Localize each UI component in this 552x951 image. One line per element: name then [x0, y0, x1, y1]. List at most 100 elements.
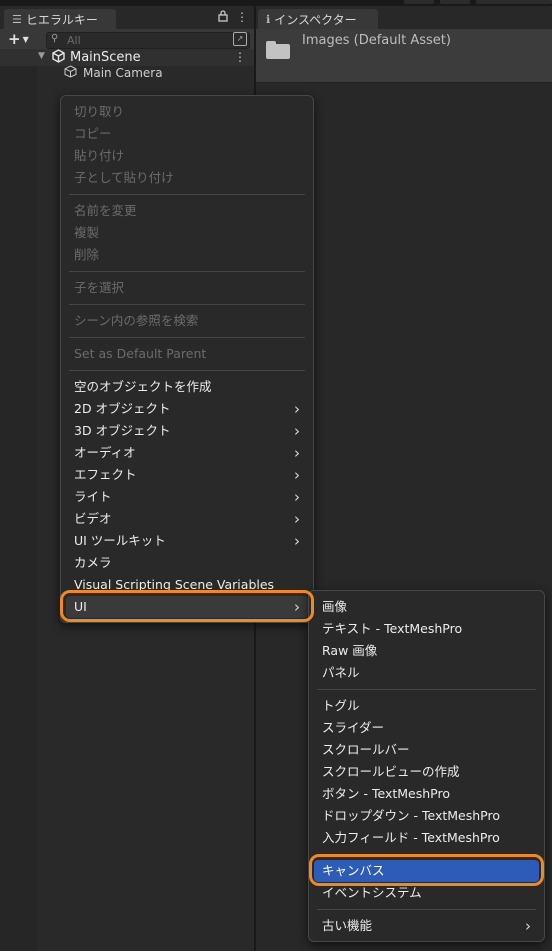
submenu-item-event-system[interactable]: イベントシステム	[314, 882, 539, 904]
menu-item-label: 2D オブジェクト	[74, 401, 171, 416]
scene-menu-icon[interactable]: ⋮	[234, 50, 246, 64]
menu-item-ui-toolkit[interactable]: UI ツールキット ›	[66, 530, 308, 552]
scene-picker-icon[interactable]: ↗	[233, 32, 247, 46]
menu-item-label: Set as Default Parent	[74, 346, 207, 361]
menu-item-label: Visual Scripting Scene Variables	[74, 577, 275, 592]
menu-item-label: 空のオブジェクトを作成	[74, 379, 212, 394]
menu-item-paste[interactable]: 貼り付け	[66, 145, 308, 167]
inspector-tab-label: インスペクター	[274, 12, 357, 27]
menu-item-light[interactable]: ライト ›	[66, 486, 308, 508]
menu-item-duplicate[interactable]: 複製	[66, 222, 308, 244]
lock-icon[interactable]	[218, 10, 228, 25]
scene-row[interactable]: ▼ MainScene ⋮	[0, 49, 254, 66]
menu-item-label: スライダー	[322, 720, 385, 735]
menu-item-label: Raw 画像	[322, 643, 378, 658]
menu-item-label: 貼り付け	[74, 148, 125, 163]
menu-item-label: テキスト - TextMeshPro	[322, 621, 463, 636]
scene-name: MainScene	[70, 50, 141, 65]
submenu-item-legacy[interactable]: 古い機能 ›	[314, 915, 539, 937]
menu-item-copy[interactable]: コピー	[66, 123, 308, 145]
chevron-right-icon: ›	[294, 400, 300, 418]
submenu-item-text-tmp[interactable]: テキスト - TextMeshPro	[314, 618, 539, 640]
menu-item-find-references[interactable]: シーン内の参照を検索	[66, 310, 308, 332]
chevron-right-icon: ›	[294, 598, 300, 616]
inspector-tab[interactable]: ℹ インスペクター	[258, 9, 378, 29]
menu-item-label: 3D オブジェクト	[74, 423, 171, 438]
toolbar-stub	[476, 0, 552, 4]
menu-item-label: カメラ	[74, 555, 112, 570]
menu-item-label: ボタン - TextMeshPro	[322, 786, 450, 801]
hierarchy-tab-tools: ⋮	[218, 10, 248, 25]
menu-item-label: ビデオ	[74, 511, 112, 526]
menu-item-label: スクロールバー	[322, 742, 410, 757]
menu-item-video[interactable]: ビデオ ›	[66, 508, 308, 530]
context-menu: 切り取り コピー 貼り付け 子として貼り付け 名前を変更 複製 削除 子を選択 …	[60, 95, 314, 623]
menu-item-label: ドロップダウン - TextMeshPro	[322, 808, 500, 823]
add-object-button[interactable]: + ▼	[8, 30, 29, 48]
submenu-item-raw-image[interactable]: Raw 画像	[314, 640, 539, 662]
menu-item-rename[interactable]: 名前を変更	[66, 200, 308, 222]
chevron-right-icon: ›	[294, 488, 300, 506]
hierarchy-search-input[interactable]: ⚲ All ↗	[46, 32, 250, 49]
asset-title: Images (Default Asset)	[302, 33, 451, 48]
menu-item-label: 削除	[74, 247, 100, 262]
hierarchy-item[interactable]: Main Camera	[0, 65, 254, 83]
menu-separator	[69, 370, 305, 371]
chevron-right-icon: ›	[294, 466, 300, 484]
menu-separator	[69, 271, 305, 272]
menu-item-label: イベントシステム	[322, 885, 422, 900]
menu-item-cut[interactable]: 切り取り	[66, 101, 308, 123]
menu-item-label: 入力フィールド - TextMeshPro	[322, 830, 500, 845]
menu-separator	[317, 689, 536, 690]
menu-item-label: トグル	[322, 698, 360, 713]
menu-item-delete[interactable]: 削除	[66, 244, 308, 266]
menu-item-label: パネル	[322, 665, 360, 680]
submenu-item-slider[interactable]: スライダー	[314, 717, 539, 739]
submenu-item-canvas[interactable]: キャンバス	[314, 860, 539, 882]
menu-separator	[317, 909, 536, 910]
submenu-item-scrollbar[interactable]: スクロールバー	[314, 739, 539, 761]
menu-item-effects[interactable]: エフェクト ›	[66, 464, 308, 486]
hierarchy-item-label: Main Camera	[83, 66, 163, 80]
submenu-item-toggle[interactable]: トグル	[314, 695, 539, 717]
menu-item-camera[interactable]: カメラ	[66, 552, 308, 574]
menu-item-set-default-parent[interactable]: Set as Default Parent	[66, 343, 308, 365]
menu-item-ui[interactable]: UI ›	[66, 596, 308, 618]
menu-item-label: 子として貼り付け	[74, 170, 174, 185]
menu-item-label: コピー	[74, 126, 112, 141]
toolbar-stub	[440, 0, 470, 4]
inspector-header: Images (Default Asset)	[256, 29, 552, 83]
submenu-item-panel[interactable]: パネル	[314, 662, 539, 684]
submenu-item-button-tmp[interactable]: ボタン - TextMeshPro	[314, 783, 539, 805]
ui-submenu: 画像 テキスト - TextMeshPro Raw 画像 パネル トグル スライ…	[308, 590, 545, 942]
menu-item-label: 子を選択	[74, 280, 125, 295]
menu-separator	[69, 194, 305, 195]
search-placeholder: All	[67, 34, 81, 47]
menu-item-label: 複製	[74, 225, 100, 240]
hierarchy-toolbar: + ▼ ⚲ All ↗	[0, 29, 254, 51]
gameobject-cube-icon	[64, 65, 77, 78]
menu-item-2d-object[interactable]: 2D オブジェクト ›	[66, 398, 308, 420]
menu-item-label: オーディオ	[74, 445, 136, 460]
menu-separator	[69, 304, 305, 305]
menu-item-visual-scripting[interactable]: Visual Scripting Scene Variables	[66, 574, 308, 596]
menu-item-create-empty[interactable]: 空のオブジェクトを作成	[66, 376, 308, 398]
submenu-item-image[interactable]: 画像	[314, 596, 539, 618]
menu-item-audio[interactable]: オーディオ ›	[66, 442, 308, 464]
menu-item-select-children[interactable]: 子を選択	[66, 277, 308, 299]
menu-item-paste-as-child[interactable]: 子として貼り付け	[66, 167, 308, 189]
submenu-item-input-field-tmp[interactable]: 入力フィールド - TextMeshPro	[314, 827, 539, 849]
submenu-item-dropdown-tmp[interactable]: ドロップダウン - TextMeshPro	[314, 805, 539, 827]
expand-arrow-icon[interactable]: ▼	[38, 51, 45, 61]
hierarchy-tab[interactable]: ☰ ヒエラルキー	[4, 9, 116, 29]
chevron-right-icon: ›	[294, 444, 300, 462]
menu-item-3d-object[interactable]: 3D オブジェクト ›	[66, 420, 308, 442]
more-options-icon[interactable]: ⋮	[236, 10, 248, 25]
search-icon: ⚲	[51, 33, 59, 44]
chevron-right-icon: ›	[294, 532, 300, 550]
menu-item-label: ライト	[74, 489, 112, 504]
submenu-item-scroll-view[interactable]: スクロールビューの作成	[314, 761, 539, 783]
menu-separator	[69, 337, 305, 338]
menu-item-label: 切り取り	[74, 104, 125, 119]
menu-item-label: エフェクト	[74, 467, 137, 482]
